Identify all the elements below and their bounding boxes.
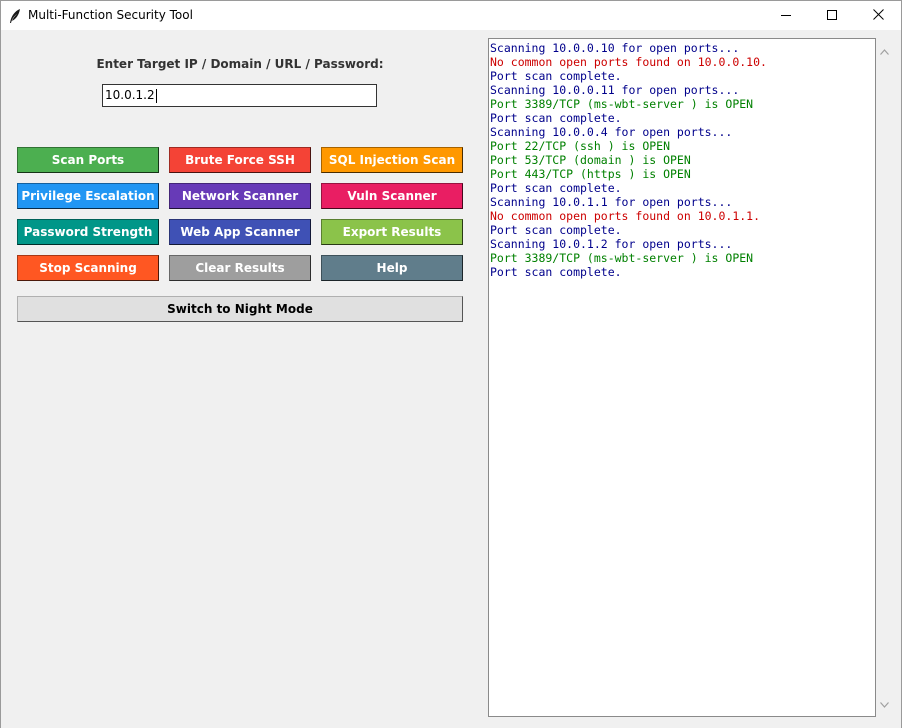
title-bar[interactable]: Multi-Function Security Tool — [1, 1, 901, 30]
export-results-button[interactable]: Export Results — [321, 219, 463, 245]
stop-scanning-button[interactable]: Stop Scanning — [17, 255, 159, 281]
output-line: Scanning 10.0.1.2 for open ports... — [490, 237, 733, 251]
clear-results-button[interactable]: Clear Results — [169, 255, 311, 281]
app-window: Multi-Function Security Tool Enter Targe… — [0, 0, 902, 728]
output-line: No common open ports found on 10.0.0.10. — [490, 55, 767, 69]
results-output[interactable]: Scanning 10.0.0.10 for open ports... No c… — [488, 38, 876, 717]
target-input-value: 10.0.1.2 — [105, 88, 155, 102]
minimize-icon — [781, 7, 791, 25]
night-mode-button[interactable]: Switch to Night Mode — [17, 296, 463, 322]
output-line: Scanning 10.0.1.1 for open ports... — [490, 195, 733, 209]
output-line: Port 443/TCP (https ) is OPEN — [490, 167, 691, 181]
web-app-scanner-button[interactable]: Web App Scanner — [169, 219, 311, 245]
output-line: Scanning 10.0.0.4 for open ports... — [490, 125, 733, 139]
window-title: Multi-Function Security Tool — [28, 8, 193, 22]
feather-icon — [8, 8, 22, 24]
output-line: Port scan complete. — [490, 265, 622, 279]
chevron-up-icon[interactable] — [880, 42, 889, 60]
vuln-scanner-button[interactable]: Vuln Scanner — [321, 183, 463, 209]
close-icon — [872, 7, 884, 25]
maximize-button[interactable] — [809, 1, 855, 30]
text-caret — [155, 88, 157, 103]
target-prompt-label: Enter Target IP / Domain / URL / Passwor… — [96, 57, 384, 71]
password-strength-button[interactable]: Password Strength — [17, 219, 159, 245]
output-line: Port scan complete. — [490, 69, 622, 83]
chevron-down-icon[interactable] — [880, 695, 889, 713]
target-input[interactable]: 10.0.1.2 — [102, 84, 377, 107]
client-area: Enter Target IP / Domain / URL / Passwor… — [1, 30, 901, 728]
network-scanner-button[interactable]: Network Scanner — [169, 183, 311, 209]
results-scrollbar[interactable] — [876, 38, 893, 717]
output-line: Port 3389/TCP (ms-wbt-server ) is OPEN — [490, 97, 754, 111]
output-line: Port scan complete. — [490, 223, 622, 237]
maximize-icon — [827, 7, 837, 25]
output-line: Port 22/TCP (ssh ) is OPEN — [490, 139, 671, 153]
help-button[interactable]: Help — [321, 255, 463, 281]
brute-force-ssh-button[interactable]: Brute Force SSH — [169, 147, 311, 173]
output-line: Scanning 10.0.0.10 for open ports... — [490, 41, 740, 55]
sql-injection-scan-button[interactable]: SQL Injection Scan — [321, 147, 463, 173]
output-line: No common open ports found on 10.0.1.1. — [490, 209, 761, 223]
privilege-escalation-button[interactable]: Privilege Escalation — [17, 183, 159, 209]
output-line: Port 53/TCP (domain ) is OPEN — [490, 153, 691, 167]
output-line: Port 3389/TCP (ms-wbt-server ) is OPEN — [490, 251, 754, 265]
output-line: Scanning 10.0.0.11 for open ports... — [490, 83, 740, 97]
output-line: Port scan complete. — [490, 111, 622, 125]
scan-ports-button[interactable]: Scan Ports — [17, 147, 159, 173]
output-line: Port scan complete. — [490, 181, 622, 195]
close-button[interactable] — [855, 1, 901, 30]
minimize-button[interactable] — [763, 1, 809, 30]
